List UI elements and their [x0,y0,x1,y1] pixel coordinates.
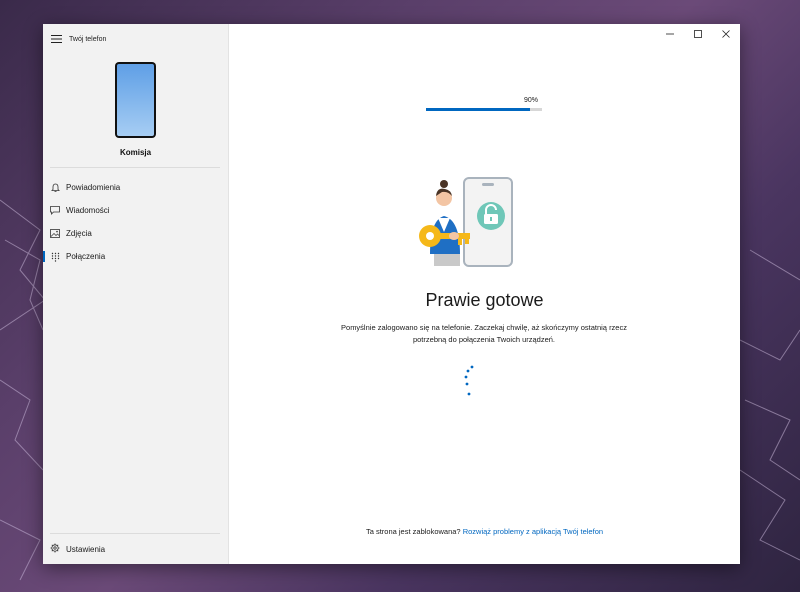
close-button[interactable] [712,24,740,44]
main-content: 90% Prawie gotowe Pomyślnie zalogowano s… [229,24,740,564]
gear-icon [50,540,60,558]
sidebar-item-label: Połączenia [66,252,106,261]
bell-icon [50,183,60,193]
hamburger-menu-icon[interactable] [49,32,63,46]
sidebar-divider-bottom [50,533,220,534]
sidebar-item-label: Wiadomości [66,206,110,215]
window-controls [656,24,740,44]
dialpad-icon [50,252,60,262]
sidebar-item-photos[interactable]: Zdjęcia [43,222,228,245]
minimize-button[interactable] [656,24,684,44]
device-name: Komisja [119,148,152,157]
sidebar-item-calls[interactable]: Połączenia [43,245,228,268]
page-title: Prawie gotowe [425,290,544,310]
loading-spinner-icon [459,364,479,405]
message-icon [50,206,60,216]
titlebar-left: Twój telefon [49,28,106,50]
sidebar-item-label: Powiadomienia [66,183,121,192]
phone-illustration [114,61,157,144]
settings-label: Ustawienia [66,544,106,554]
app-window: Twój telefon Komisja Powiadomienia Wiado… [43,24,740,564]
footer-text: Ta strona jest zablokowana? [365,527,461,536]
app-title: Twój telefon [69,35,107,43]
key-lock-illustration [414,176,534,276]
progress-label: 90% [524,97,539,104]
troubleshoot-footer: Ta strona jest zablokowana? Rozwiąż prob… [229,527,740,536]
sidebar-divider [50,167,220,168]
photo-icon [50,229,60,239]
status-description: Pomyślnie zalogowano się na telefonie. Z… [341,323,627,344]
settings-button[interactable]: Ustawienia [43,540,235,558]
progress-fill [426,108,531,111]
minimize-icon [666,33,674,35]
sidebar: Twój telefon Komisja Powiadomienia Wiado… [43,24,229,564]
maximize-icon [694,30,702,38]
maximize-button[interactable] [684,24,712,44]
sidebar-item-label: Zdjęcia [66,229,92,238]
close-icon [722,30,730,38]
progress-bar [426,108,542,111]
sidebar-nav: Powiadomienia Wiadomości Zdjęcia Połącze… [43,176,228,268]
troubleshoot-link[interactable]: Rozwiąż problemy z aplikacją Twój telefo… [463,527,603,536]
sidebar-item-notifications[interactable]: Powiadomienia [43,176,228,199]
sidebar-item-messages[interactable]: Wiadomości [43,199,228,222]
